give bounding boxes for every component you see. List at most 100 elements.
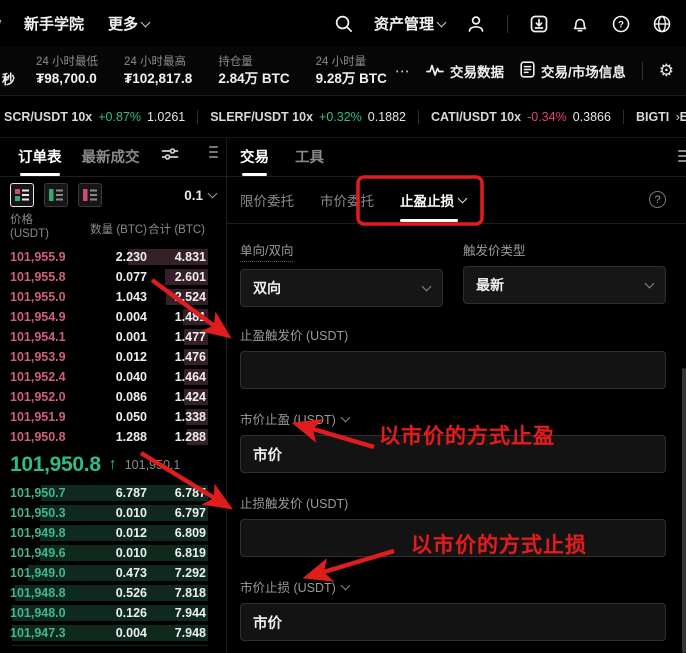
last-price-row[interactable]: 101,950.8 ↑ 101,950.1 [0, 447, 226, 483]
stat-label: 持仓量 [218, 55, 289, 70]
ask-row[interactable]: 101,953.90.0121.476 [0, 347, 226, 367]
top-navbar: ∨ 新手学院 更多 资产管理 ? [0, 0, 686, 47]
total-cell: 4.831 [175, 250, 206, 264]
total-cell: 7.292 [175, 566, 206, 580]
scrollbar-thumb[interactable] [682, 368, 686, 653]
settings-gear-icon[interactable]: ⚙ [659, 61, 674, 81]
price-cell: 101,955.8 [10, 270, 66, 284]
tpsl-form: 单向/双向 双向 触发价类型 最新 止盈触发价 (USDT) [227, 224, 686, 653]
market-stats-bar: 秒 24 小时最低₮98,700.024 小时最高₮102,817.8持仓量2.… [0, 47, 686, 96]
tp-price-label: 市价止盈 (USDT) [240, 409, 349, 428]
bid-row[interactable]: 101,948.80.5267.818 [0, 583, 226, 603]
layout-both-sides-icon[interactable] [10, 183, 34, 207]
help-icon[interactable]: ? [611, 14, 631, 34]
bid-row[interactable]: 101,949.00.4737.292 [0, 563, 226, 583]
bid-row-partial [0, 643, 226, 646]
ticker-divider [197, 110, 198, 124]
ticker-next-arrow[interactable]: › [670, 109, 680, 124]
bid-row[interactable]: 101,948.00.1267.944 [0, 603, 226, 623]
ticker-item[interactable]: CATI/USDT 10x-0.34%0.3866 [431, 110, 611, 124]
ask-row[interactable]: 101,955.80.0772.601 [0, 267, 226, 287]
price-cell: 101,952.4 [10, 370, 66, 384]
nav-item-more[interactable]: 更多 [108, 13, 149, 34]
orderbook-column-headers: 价格(USDT) 数量 (BTC) 合计 (BTC) [0, 213, 226, 247]
trade-menu-icon[interactable] [678, 150, 686, 162]
amount-cell: 0.086 [116, 390, 147, 404]
nav-item-academy[interactable]: 新手学院 [24, 13, 84, 34]
ask-row[interactable]: 101,951.90.0501.338 [0, 407, 226, 427]
bid-row[interactable]: 101,950.30.0106.797 [0, 503, 226, 523]
language-globe-icon[interactable] [652, 14, 672, 34]
orderbook-controls: 0.1 [0, 177, 226, 213]
precision-dropdown[interactable]: 0.1 [184, 188, 216, 203]
total-cell: 6.787 [175, 486, 206, 500]
trigger-type-select[interactable]: 最新 [463, 266, 666, 304]
trading-app-window: ∨ 新手学院 更多 资产管理 ? 秒 [0, 0, 686, 653]
ask-row[interactable]: 101,952.40.0401.464 [0, 367, 226, 387]
tab-tools[interactable]: 工具 [295, 146, 324, 167]
ask-row[interactable]: 101,955.92.2304.831 [0, 247, 226, 267]
direction-label: 单向/双向 [240, 240, 293, 262]
price-cell: 101,948.0 [10, 606, 66, 620]
total-cell: 1.476 [175, 350, 206, 364]
sl-price-label: 市价止损 (USDT) [240, 577, 349, 596]
price-cell: 101,948.8 [10, 586, 66, 600]
ticker-item[interactable]: SLERF/USDT 10x+0.32%0.1882 [210, 110, 406, 124]
ask-row[interactable]: 101,954.90.0041.481 [0, 307, 226, 327]
chevron-down-icon [458, 194, 468, 204]
ticker-item[interactable]: SCR/USDT 10x+0.87%1.0261 [4, 110, 185, 124]
stat-value: ₮102,817.8 [124, 70, 192, 87]
amount-cell: 0.001 [116, 330, 147, 344]
amount-cell: 1.288 [116, 430, 147, 444]
bid-row[interactable]: 101,949.60.0106.819 [0, 543, 226, 563]
amount-cell: 0.010 [116, 546, 147, 560]
price-cell: 101,950.3 [10, 506, 66, 520]
stats-divider [642, 62, 643, 80]
market-info-link[interactable]: 交易/市场信息 [520, 61, 626, 81]
notifications-bell-icon[interactable] [570, 14, 590, 34]
chevron-down-icon [208, 189, 218, 199]
bid-row[interactable]: 101,947.30.0047.948 [0, 623, 226, 643]
tab-recent-trades[interactable]: 最新成交 [82, 146, 140, 167]
amount-cell: 0.473 [116, 566, 147, 580]
navbar-right: 资产管理 ? [334, 0, 672, 47]
direction-select[interactable]: 双向 [240, 269, 443, 307]
chevron-down-icon [340, 580, 350, 590]
orderbook-settings-sliders-icon[interactable] [161, 146, 179, 167]
download-app-icon[interactable] [529, 14, 549, 34]
ask-row[interactable]: 101,950.81.2881.288 [0, 427, 226, 447]
amount-cell: 6.787 [116, 486, 147, 500]
price-cell: 101,954.9 [10, 310, 66, 324]
search-icon[interactable] [334, 14, 353, 33]
orderbook-menu-icon[interactable] [209, 146, 218, 158]
amount-cell: 0.077 [116, 270, 147, 284]
bid-row[interactable]: 101,949.80.0126.809 [0, 523, 226, 543]
tab-trade[interactable]: 交易 [240, 146, 269, 167]
tab-market-order[interactable]: 市价委托 [320, 190, 374, 210]
tp-trigger-price-input[interactable] [240, 351, 666, 389]
ask-row[interactable]: 101,955.01.0432.524 [0, 287, 226, 307]
tp-price-input[interactable] [240, 435, 666, 473]
tab-orderbook[interactable]: 订单表 [18, 146, 62, 167]
sl-price-input[interactable] [240, 603, 666, 641]
layout-bids-only-icon[interactable] [44, 183, 68, 207]
bid-row[interactable]: 101,950.76.7876.787 [0, 483, 226, 503]
more-stats-button[interactable]: ⋯ [395, 62, 411, 80]
ask-row[interactable]: 101,952.00.0861.424 [0, 387, 226, 407]
layout-asks-only-icon[interactable] [78, 183, 102, 207]
tab-limit-order[interactable]: 限价委托 [240, 190, 294, 210]
nav-item-assets[interactable]: 资产管理 [374, 13, 445, 34]
stat-label: 24 小时最低 [36, 55, 98, 70]
user-icon[interactable] [466, 14, 486, 34]
sl-trigger-price-input[interactable] [240, 519, 666, 557]
tab-tpsl-order[interactable]: 止盈止损 [400, 190, 466, 210]
price-cell: 101,955.0 [10, 290, 66, 304]
stat-label: 24 小时量 [316, 55, 387, 70]
total-cell: 2.524 [175, 290, 206, 304]
order-help-icon[interactable]: ? [649, 191, 666, 208]
countdown-cut-label: 秒 [2, 69, 15, 88]
amount-cell: 0.004 [116, 310, 147, 324]
total-cell: 1.424 [175, 390, 206, 404]
ask-row[interactable]: 101,954.10.0011.477 [0, 327, 226, 347]
trading-data-link[interactable]: 交易数据 [426, 61, 504, 81]
